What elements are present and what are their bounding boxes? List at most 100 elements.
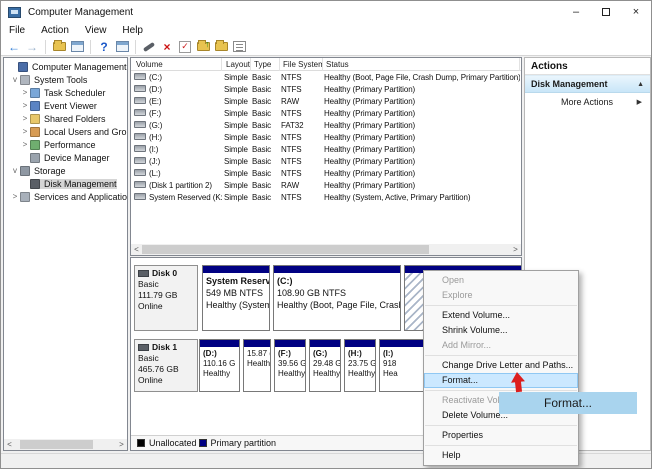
mount-folder-icon[interactable]	[194, 39, 212, 55]
partition-c[interactable]: (C:)108.90 GB NTFSHealthy (Boot, Page Fi…	[273, 265, 401, 331]
table-row[interactable]: System Reserved (K:)SimpleBasicNTFSHealt…	[131, 192, 521, 204]
table-row[interactable]: (E:)SimpleBasicRAWHealthy (Primary Parti…	[131, 96, 521, 108]
tree-expander-icon[interactable]: >	[20, 140, 30, 149]
partition-h[interactable]: (H:)23.75 GHealthy	[344, 339, 376, 392]
up-folder-icon[interactable]	[50, 39, 68, 55]
menu-separator	[425, 445, 577, 446]
table-row[interactable]: (Disk 1 partition 2)SimpleBasicRAWHealth…	[131, 180, 521, 192]
maximize-button[interactable]	[591, 1, 621, 23]
volume-h-scrollbar[interactable]: <>	[131, 244, 521, 255]
scroll-right-arrow-icon[interactable]: >	[116, 439, 127, 450]
actions-group-disk-management[interactable]: Disk Management ▲	[525, 75, 650, 93]
tree-item-services-and-applications[interactable]: >Services and Applications	[4, 190, 127, 203]
menu-item-add-mirror: Add Mirror...	[424, 338, 578, 353]
edit-folder-icon[interactable]	[212, 39, 230, 55]
partition-g[interactable]: (G:)29.48 GHealthy	[309, 339, 341, 392]
scroll-right-arrow-icon[interactable]: >	[510, 244, 521, 255]
table-row[interactable]: (F:)SimpleBasicNTFSHealthy (Primary Part…	[131, 108, 521, 120]
table-cell: RAW	[281, 180, 323, 192]
tree-expander-icon[interactable]: >	[20, 127, 30, 136]
table-cell: Healthy (Primary Partition)	[324, 108, 520, 120]
help-icon[interactable]: ?	[95, 39, 113, 55]
up-folder-icon-glyph	[53, 42, 66, 51]
table-row[interactable]: (C:)SimpleBasicNTFSHealthy (Boot, Page F…	[131, 72, 521, 84]
menu-item-extend-volume[interactable]: Extend Volume...	[424, 308, 578, 323]
tree-h-scrollbar[interactable]: <>	[4, 439, 127, 450]
tree-expander-icon[interactable]: >	[20, 88, 30, 97]
tree-item-disk-management[interactable]: Disk Management	[4, 177, 127, 190]
toolbar-separator	[135, 40, 136, 54]
tree-item-local-users-and-groups[interactable]: >Local Users and Groups	[4, 125, 127, 138]
scroll-track[interactable]	[142, 245, 510, 254]
table-row[interactable]: (I:)SimpleBasicNTFSHealthy (Primary Part…	[131, 144, 521, 156]
tree-item-storage[interactable]: vStorage	[4, 164, 127, 177]
partition-systemreserve[interactable]: System Reserve549 MB NTFSHealthy (System…	[202, 265, 270, 331]
column-header-file-system[interactable]: File System	[281, 58, 323, 71]
menu-item-change-drive-letter-and-paths[interactable]: Change Drive Letter and Paths...	[424, 358, 578, 373]
table-row[interactable]: (D:)SimpleBasicNTFSHealthy (Primary Part…	[131, 84, 521, 96]
disk-name-line: Disk 1	[138, 342, 194, 353]
scroll-track[interactable]	[15, 440, 116, 449]
menubar-item-help[interactable]: Help	[114, 25, 151, 36]
menubar-item-view[interactable]: View	[77, 25, 115, 36]
tree-expander-icon[interactable]: >	[20, 114, 30, 123]
column-header-layout[interactable]: Layout	[224, 58, 251, 71]
table-row[interactable]: (G:)SimpleBasicFAT32Healthy (Primary Par…	[131, 120, 521, 132]
collapse-chevron-icon[interactable]: ▲	[637, 81, 644, 88]
partition-d[interactable]: (D:)110.16 GHealthy	[199, 339, 240, 392]
tree-item-system-tools[interactable]: vSystem Tools	[4, 73, 127, 86]
tree-expander-icon[interactable]: v	[10, 75, 20, 84]
column-header-status[interactable]: Status	[324, 58, 520, 71]
table-row[interactable]: (L:)SimpleBasicNTFSHealthy (Primary Part…	[131, 168, 521, 180]
column-header-type[interactable]: Type	[252, 58, 280, 71]
column-header-volume[interactable]: Volume	[134, 58, 222, 71]
table-cell: (G:)	[134, 120, 222, 132]
close-button[interactable]: ×	[621, 1, 651, 23]
menubar-item-action[interactable]: Action	[33, 25, 77, 36]
menu-item-shrink-volume[interactable]: Shrink Volume...	[424, 323, 578, 338]
tree-expander-icon[interactable]: v	[10, 166, 20, 175]
back-icon[interactable]: ←	[5, 39, 23, 55]
tree-expander-icon[interactable]: >	[20, 101, 30, 110]
menubar-item-file[interactable]: File	[1, 25, 33, 36]
minimize-button[interactable]: –	[561, 1, 591, 23]
disk-1-label[interactable]: Disk 1Basic465.76 GBOnline	[134, 339, 198, 392]
partition[interactable]: 15.87 (Health	[243, 339, 271, 392]
scroll-left-arrow-icon[interactable]: <	[4, 439, 15, 450]
delete-icon[interactable]: ×	[158, 39, 176, 55]
primary-partition-strip	[345, 340, 375, 347]
tree-item-task-scheduler[interactable]: >Task Scheduler	[4, 86, 127, 99]
tree-item-performance[interactable]: >Performance	[4, 138, 127, 151]
scroll-left-arrow-icon[interactable]: <	[131, 244, 142, 255]
table-cell: Simple	[224, 180, 251, 192]
table-cell: NTFS	[281, 144, 323, 156]
partition-f[interactable]: (F:)39.56 GHealthy	[274, 339, 306, 392]
properties-icon[interactable]	[176, 39, 194, 55]
table-row[interactable]: (H:)SimpleBasicNTFSHealthy (Primary Part…	[131, 132, 521, 144]
table-cell: Basic	[252, 84, 280, 96]
menu-item-properties[interactable]: Properties	[424, 428, 578, 443]
window-title: Computer Management	[28, 7, 133, 18]
scroll-thumb[interactable]	[142, 245, 429, 254]
scroll-thumb[interactable]	[20, 440, 93, 449]
more-actions-item[interactable]: More Actions ▶	[525, 93, 650, 110]
disk-size: 465.76 GB	[138, 364, 194, 375]
tree-item-shared-folders[interactable]: >Shared Folders	[4, 112, 127, 125]
primary-partition-strip	[200, 340, 239, 347]
table-row[interactable]: (J:)SimpleBasicNTFSHealthy (Primary Part…	[131, 156, 521, 168]
tree-expander-icon[interactable]: >	[10, 192, 20, 201]
maximize-glyph-icon	[602, 8, 610, 16]
console-tree-icon[interactable]	[68, 39, 86, 55]
tree-item-device-manager[interactable]: Device Manager	[4, 151, 127, 164]
tree-item-event-viewer[interactable]: >Event Viewer	[4, 99, 127, 112]
menu-item-format[interactable]: Format...	[424, 373, 578, 388]
table-cell: Simple	[224, 72, 251, 84]
console-window-icon[interactable]	[113, 39, 131, 55]
menu-item-help[interactable]: Help	[424, 448, 578, 463]
forward-icon[interactable]: →	[23, 39, 41, 55]
tree-item-computer-management-local[interactable]: Computer Management (Local	[4, 60, 127, 73]
disk-0-label[interactable]: Disk 0Basic111.79 GBOnline	[134, 265, 198, 331]
details-view-icon[interactable]	[230, 39, 248, 55]
system-tools-icon	[20, 75, 30, 85]
tool-icon[interactable]	[140, 39, 158, 55]
